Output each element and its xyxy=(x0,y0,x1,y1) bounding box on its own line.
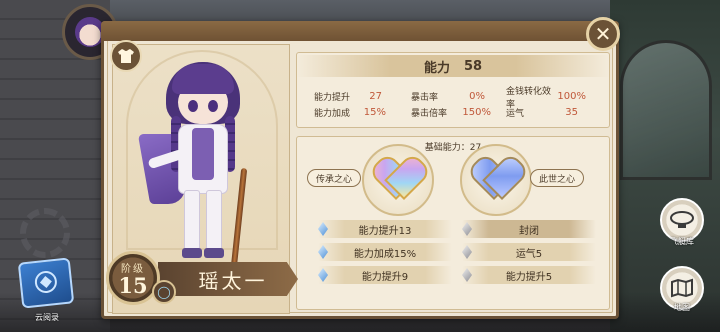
map-label: 地图 xyxy=(674,303,690,312)
stats-total: 58 xyxy=(463,58,483,74)
character-leg-left xyxy=(184,190,200,250)
stat-crit-multiplier: 暴击倍率 150% xyxy=(411,105,491,120)
blue-heart-icon xyxy=(474,160,518,200)
ring-button[interactable]: ◯ xyxy=(152,280,176,304)
panel-top-bar xyxy=(101,21,619,41)
airship-label: 飞艇库 xyxy=(670,237,694,246)
gear-decoration-icon xyxy=(20,208,70,258)
stat-money-efficiency: 金钱转化效率 100% xyxy=(506,87,586,110)
heart-label-inherit: 传承之心 xyxy=(307,169,362,187)
character-name: 瑶太一 xyxy=(198,268,268,293)
slot-row[interactable]: 能力加成15% xyxy=(318,243,452,261)
slot-label: 能力加成15% xyxy=(353,248,417,260)
inherit-heart-slot[interactable] xyxy=(362,144,434,216)
map-icon xyxy=(671,278,693,298)
cloud-record-label: 云阅录 xyxy=(35,313,59,322)
slot-row[interactable]: 能力提升9 xyxy=(318,266,452,284)
slot-row[interactable]: 能力提升5 xyxy=(462,266,596,284)
character-leg-right xyxy=(206,190,222,250)
stats-title: 能力 xyxy=(423,60,450,76)
stat-luck: 运气 35 xyxy=(506,105,578,120)
stat-label: 能力提升 xyxy=(314,93,351,103)
slot-label: 封闭 xyxy=(519,225,539,237)
stat-value: 35 xyxy=(565,107,578,118)
slot-label: 运气5 xyxy=(515,248,543,260)
stat-value: 150% xyxy=(462,107,491,118)
stat-value: 15% xyxy=(363,107,386,118)
heart-label-world: 此世之心 xyxy=(530,169,585,187)
slot-row[interactable]: 封闭 xyxy=(462,220,596,238)
stat-label: 暴击率 xyxy=(411,93,439,103)
stat-ability-boost: 能力提升 27 xyxy=(314,89,382,104)
stat-label: 能力加成 xyxy=(314,109,351,119)
grey-gem-icon xyxy=(462,245,472,259)
slot-label: 能力提升9 xyxy=(361,271,409,283)
basic-ability-title: 基础能力：27 xyxy=(424,143,482,153)
stat-value: 0% xyxy=(469,91,485,102)
character-name-plate: 瑶太一 xyxy=(158,262,298,296)
character-eye-right xyxy=(208,100,218,112)
rainbow-heart-icon xyxy=(376,160,420,200)
shirt-icon xyxy=(118,49,134,63)
outfit-button[interactable] xyxy=(110,40,142,72)
character-shoe-left xyxy=(182,248,202,258)
scroll-icon xyxy=(34,271,57,294)
stats-header: 能力 58 xyxy=(296,55,610,77)
character-eye-left xyxy=(188,100,198,112)
stat-label: 运气 xyxy=(506,109,525,119)
character-bangs xyxy=(172,64,234,94)
blue-gem-icon xyxy=(318,268,328,282)
level-badge: 阶级 15 xyxy=(106,251,160,305)
character-shoe-right xyxy=(204,248,224,258)
stat-value: 27 xyxy=(369,91,382,102)
slot-row[interactable]: 能力提升13 xyxy=(318,220,452,238)
background-window xyxy=(620,40,712,180)
close-button[interactable]: ✕ xyxy=(586,17,620,51)
character-staff xyxy=(230,167,248,269)
airship-icon xyxy=(670,211,694,228)
stat-label: 暴击倍率 xyxy=(411,109,448,119)
stat-crit-rate: 暴击率 0% xyxy=(411,89,485,104)
character-portrait xyxy=(137,58,268,269)
ring-icon: ◯ xyxy=(157,285,171,299)
blue-gem-icon xyxy=(318,245,328,259)
slot-label: 能力提升13 xyxy=(358,225,412,237)
stat-ability-bonus: 能力加成 15% xyxy=(314,105,386,120)
grey-gem-icon xyxy=(462,222,472,236)
character-vest xyxy=(192,128,214,180)
level-value: 15 xyxy=(118,272,148,298)
slot-label: 能力提升5 xyxy=(505,271,553,283)
cloud-record-button[interactable] xyxy=(17,257,75,309)
blue-gem-icon xyxy=(318,222,328,236)
close-icon: ✕ xyxy=(594,22,612,46)
world-heart-slot[interactable] xyxy=(460,144,532,216)
slot-row[interactable]: 运气5 xyxy=(462,243,596,261)
stat-value: 100% xyxy=(557,91,586,102)
grey-gem-icon xyxy=(462,268,472,282)
